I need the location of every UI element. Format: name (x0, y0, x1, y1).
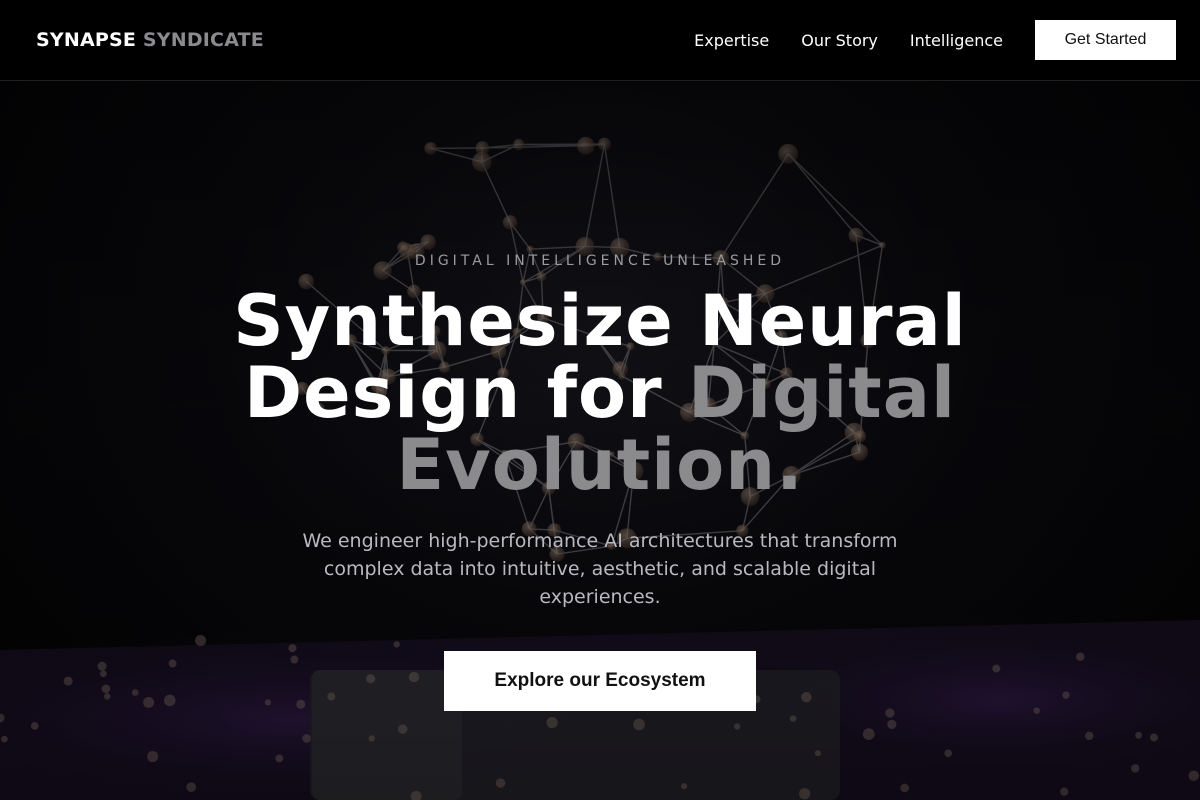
get-started-button[interactable]: Get Started (1035, 20, 1176, 60)
hero-subtext: We engineer high-performance AI architec… (302, 530, 898, 608)
hero-headline: Synthesize Neural Design for Digital Evo… (200, 285, 1000, 501)
nav-link-our-story[interactable]: Our Story (801, 31, 878, 50)
brand-name-secondary: SYNDICATE (142, 29, 264, 51)
nav-link-expertise[interactable]: Expertise (694, 31, 769, 50)
nav-link-intelligence[interactable]: Intelligence (910, 31, 1003, 50)
brand-name-primary: SYNAPSE (36, 29, 137, 51)
hero-section: DIGITAL INTELLIGENCE UNLEASHED Synthesiz… (0, 80, 1200, 800)
top-navbar: SYNAPSE SYNDICATE Expertise Our Story In… (0, 0, 1200, 81)
brand-logo[interactable]: SYNAPSE SYNDICATE (36, 29, 264, 51)
page: SYNAPSE SYNDICATE Expertise Our Story In… (0, 0, 1200, 800)
main-nav: Expertise Our Story Intelligence Get Sta… (694, 20, 1176, 60)
explore-ecosystem-button[interactable]: Explore our Ecosystem (444, 651, 756, 711)
hero-eyebrow: DIGITAL INTELLIGENCE UNLEASHED (414, 253, 786, 269)
